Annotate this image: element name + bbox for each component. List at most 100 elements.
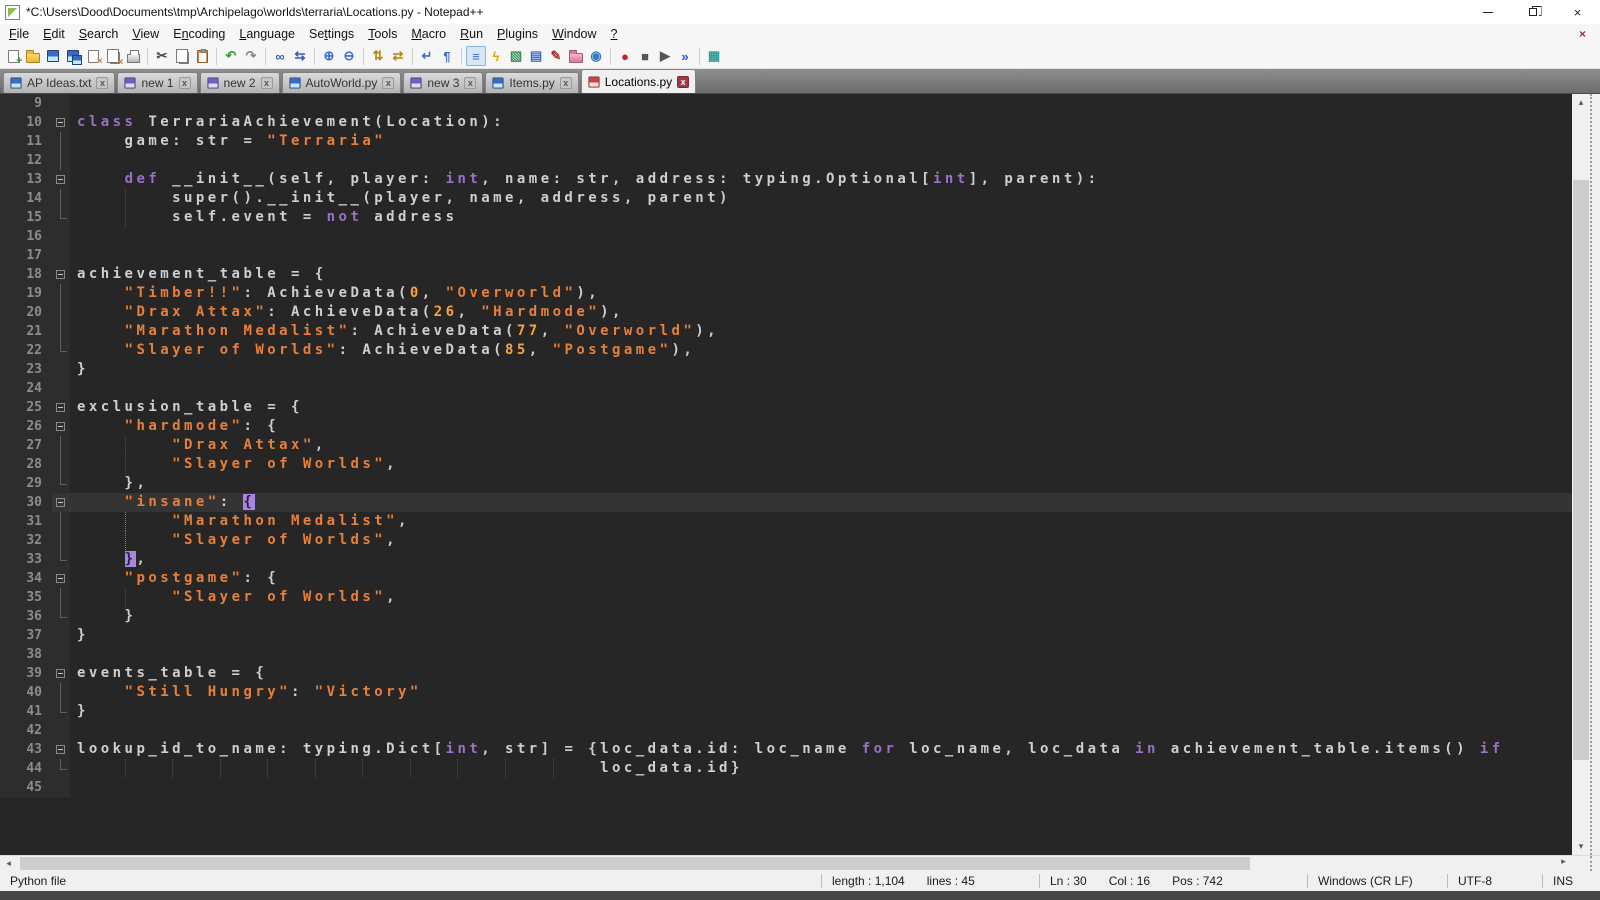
vertical-scrollbar-thumb[interactable] [1573, 180, 1589, 760]
code-text[interactable]: } [70, 607, 1572, 626]
code-text[interactable]: lookup_id_to_name: typing.Dict[int, str]… [70, 740, 1572, 759]
code-line-26[interactable]: 26 "hardmode": { [0, 417, 1572, 436]
fold-collapse-box[interactable] [56, 669, 65, 678]
tab-close-icon[interactable]: x [382, 77, 394, 89]
horizontal-scrollbar[interactable]: ◂ ▸ [0, 856, 1572, 871]
code-line-17[interactable]: 17 [0, 246, 1572, 265]
fold-toggle-icon[interactable] [52, 740, 70, 759]
cut-icon[interactable]: ✂ [152, 46, 172, 66]
scroll-up-icon[interactable]: ▴ [1572, 94, 1590, 111]
close-icon[interactable] [83, 46, 103, 66]
code-line-36[interactable]: 36 } [0, 607, 1572, 626]
function-list-icon[interactable]: ϟ [486, 46, 506, 66]
open-file-icon[interactable] [23, 46, 43, 66]
fold-toggle-icon[interactable] [52, 569, 70, 588]
vertical-scrollbar[interactable]: ▴ ▾ [1572, 94, 1590, 855]
code-text[interactable]: "Marathon Medalist", [70, 512, 1572, 531]
fold-toggle-icon[interactable] [52, 417, 70, 436]
code-line-35[interactable]: 35 "Slayer of Worlds", [0, 588, 1572, 607]
indent-guide-icon[interactable]: ≡ [466, 46, 486, 66]
code-line-41[interactable]: 41} [0, 702, 1572, 721]
code-line-29[interactable]: 29 }, [0, 474, 1572, 493]
fold-collapse-box[interactable] [56, 574, 65, 583]
menu-search[interactable]: Search [72, 25, 126, 43]
code-line-25[interactable]: 25exclusion_table = { [0, 398, 1572, 417]
fold-toggle-icon[interactable] [52, 493, 70, 512]
macro-run-multiple-icon[interactable]: » [675, 46, 695, 66]
tab-close-icon[interactable]: x [96, 77, 108, 89]
code-text[interactable]: events_table = { [70, 664, 1572, 683]
code-text[interactable]: } [70, 360, 1572, 379]
code-line-37[interactable]: 37} [0, 626, 1572, 645]
scroll-right-icon[interactable]: ▸ [1555, 856, 1572, 867]
paste-icon[interactable] [192, 46, 212, 66]
code-text[interactable] [70, 151, 1572, 170]
menu-window[interactable]: Window [545, 25, 603, 43]
horizontal-scrollbar-thumb[interactable] [20, 857, 1250, 870]
code-text[interactable] [70, 778, 1572, 797]
editor-area[interactable]: 910class TerrariaAchievement(Location):1… [0, 94, 1600, 855]
fold-toggle-icon[interactable] [52, 265, 70, 284]
sync-horizontal-scroll-icon[interactable]: ⇄ [388, 46, 408, 66]
menu-settings[interactable]: Settings [302, 25, 361, 43]
tab-new-2[interactable]: new 2x [200, 72, 280, 93]
macro-play-icon[interactable]: ▶ [655, 46, 675, 66]
code-text[interactable]: }, [70, 474, 1572, 493]
code-text[interactable] [70, 379, 1572, 398]
document-map-icon[interactable]: ▧ [506, 46, 526, 66]
code-text[interactable]: "Drax Attax": AchieveData(26, "Hardmode"… [70, 303, 1572, 322]
macro-record-icon[interactable]: ● [615, 46, 635, 66]
code-line-30[interactable]: 30 "insane": { [0, 493, 1572, 512]
tab-ap-ideas-txt[interactable]: AP Ideas.txtx [3, 72, 115, 93]
code-line-13[interactable]: 13 def __init__(self, player: int, name:… [0, 170, 1572, 189]
menu-plugins[interactable]: Plugins [490, 25, 545, 43]
tab-autoworld-py[interactable]: AutoWorld.pyx [282, 72, 402, 93]
code-text[interactable]: } [70, 626, 1572, 645]
code-text[interactable] [70, 94, 1572, 113]
copy-icon[interactable] [172, 46, 192, 66]
scroll-down-icon[interactable]: ▾ [1572, 838, 1590, 855]
code-line-22[interactable]: 22 "Slayer of Worlds": AchieveData(85, "… [0, 341, 1572, 360]
tab-new-3[interactable]: new 3x [403, 72, 483, 93]
redo-icon[interactable]: ↷ [241, 46, 261, 66]
show-all-characters-icon[interactable]: ¶ [437, 46, 457, 66]
macro-save-icon[interactable]: ▦ [704, 46, 724, 66]
code-text[interactable]: "Timber!!": AchieveData(0, "Overworld"), [70, 284, 1572, 303]
close-all-icon[interactable] [103, 46, 123, 66]
code-line-10[interactable]: 10class TerrariaAchievement(Location): [0, 113, 1572, 132]
code-line-12[interactable]: 12 [0, 151, 1572, 170]
fold-toggle-icon[interactable] [52, 170, 70, 189]
menu-run[interactable]: Run [453, 25, 490, 43]
tab-new-1[interactable]: new 1x [117, 72, 197, 93]
code-line-32[interactable]: 32 "Slayer of Worlds", [0, 531, 1572, 550]
tab-close-icon[interactable]: x [677, 76, 689, 88]
code-line-39[interactable]: 39events_table = { [0, 664, 1572, 683]
tab-close-icon[interactable]: x [261, 77, 273, 89]
menu-macro[interactable]: Macro [404, 25, 453, 43]
code-line-19[interactable]: 19 "Timber!!": AchieveData(0, "Overworld… [0, 284, 1572, 303]
eol-format-label[interactable]: Windows (CR LF) [1318, 874, 1413, 888]
code-line-20[interactable]: 20 "Drax Attax": AchieveData(26, "Hardmo… [0, 303, 1572, 322]
code-text[interactable]: "hardmode": { [70, 417, 1572, 436]
menu-?[interactable]: ? [604, 25, 625, 43]
code-line-45[interactable]: 45 [0, 778, 1572, 797]
code-text[interactable]: super().__init__(player, name, address, … [70, 189, 1572, 208]
code-line-33[interactable]: 33 }, [0, 550, 1572, 569]
fold-collapse-box[interactable] [56, 175, 65, 184]
code-line-38[interactable]: 38 [0, 645, 1572, 664]
code-text[interactable]: game: str = "Terraria" [70, 132, 1572, 151]
code-line-27[interactable]: 27 "Drax Attax", [0, 436, 1572, 455]
code-text[interactable]: exclusion_table = { [70, 398, 1572, 417]
macro-stop-icon[interactable]: ■ [635, 46, 655, 66]
tab-close-icon[interactable]: x [464, 77, 476, 89]
menu-edit[interactable]: Edit [36, 25, 72, 43]
fold-collapse-box[interactable] [56, 422, 65, 431]
code-text[interactable] [70, 721, 1572, 740]
code-text[interactable]: "Drax Attax", [70, 436, 1572, 455]
zoom-in-icon[interactable]: ⊕ [319, 46, 339, 66]
menu-view[interactable]: View [125, 25, 166, 43]
code-text[interactable] [70, 227, 1572, 246]
close-button[interactable]: × [1555, 0, 1600, 24]
code-line-11[interactable]: 11 game: str = "Terraria" [0, 132, 1572, 151]
code-text[interactable]: "Slayer of Worlds", [70, 455, 1572, 474]
